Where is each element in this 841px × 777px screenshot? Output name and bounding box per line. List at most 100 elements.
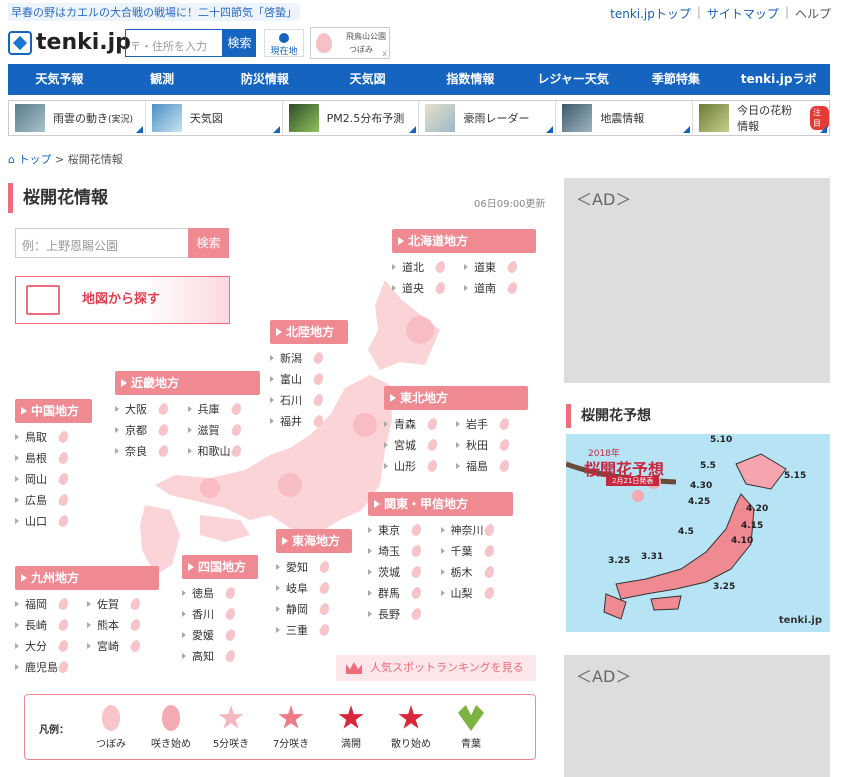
prefecture-link[interactable]: 道南 xyxy=(464,280,536,295)
prefecture-link[interactable]: 栃木 xyxy=(440,564,514,579)
region-header-hokuriku[interactable]: 北陸地方 xyxy=(270,320,348,344)
prefecture-link[interactable]: 兵庫 xyxy=(187,401,261,416)
region-header-hokkaido[interactable]: 北海道地方 xyxy=(392,229,536,253)
region-header-shikoku[interactable]: 四国地方 xyxy=(182,555,258,579)
subnav-rain-cloud[interactable]: 雨雲の動き(実況) xyxy=(9,101,146,135)
prefecture-link[interactable]: 京都 xyxy=(115,422,188,437)
prefecture-link[interactable]: 石川 xyxy=(270,392,348,407)
prefecture-link[interactable]: 道央 xyxy=(392,280,464,295)
prefecture-link[interactable]: 富山 xyxy=(270,371,348,386)
prefecture-link[interactable]: 広島 xyxy=(15,492,92,507)
prefecture-link[interactable]: 茨城 xyxy=(368,564,441,579)
nav-observation[interactable]: 観測 xyxy=(111,64,214,95)
prefecture-link[interactable]: 滋賀 xyxy=(187,422,261,437)
arrow-icon xyxy=(464,263,468,270)
region-header-kinki[interactable]: 近畿地方 xyxy=(115,371,260,395)
prefecture-link[interactable]: 岐阜 xyxy=(276,580,352,595)
prefecture-link[interactable]: 高知 xyxy=(182,648,258,663)
nav-disaster-info[interactable]: 防災情報 xyxy=(214,64,317,95)
breadcrumb-home-link[interactable]: トップ xyxy=(18,153,51,166)
prefecture-link[interactable]: 長崎 xyxy=(15,617,87,632)
prefecture-link[interactable]: 山形 xyxy=(384,458,456,473)
prefecture-link[interactable]: 岡山 xyxy=(15,471,92,486)
prefecture-link[interactable]: 群馬 xyxy=(368,585,441,600)
region-header-kanto[interactable]: 関東・甲信地方 xyxy=(368,492,513,516)
prefecture-link[interactable]: 宮崎 xyxy=(87,638,159,653)
nav-index-info[interactable]: 指数情報 xyxy=(419,64,522,95)
region-header-tokai[interactable]: 東海地方 xyxy=(276,529,352,553)
nav-lab[interactable]: tenki.jpラボ xyxy=(727,64,830,95)
prefecture-link[interactable]: 宮城 xyxy=(384,437,456,452)
prefecture-link[interactable]: 道北 xyxy=(392,259,464,274)
bloom-status-icon xyxy=(129,617,142,632)
sakura-stage-icon xyxy=(338,705,364,729)
prefecture-link[interactable]: 奈良 xyxy=(115,443,188,458)
prefecture-link[interactable]: 青森 xyxy=(384,416,456,431)
prefecture-link[interactable]: 鳥取 xyxy=(15,429,92,444)
ad-banner[interactable]: ＜AD＞ xyxy=(564,178,830,383)
sakura-spot-widget[interactable]: 飛鳥山公園 つぼみ x xyxy=(310,27,390,59)
bloom-status-icon xyxy=(129,638,142,653)
help-link[interactable]: ヘルプ xyxy=(795,5,831,22)
prefecture-link[interactable]: 愛知 xyxy=(276,559,352,574)
spot-search-input[interactable]: 例：上野恩賜公園 xyxy=(15,228,189,258)
legend-stage-label: 咲き始め xyxy=(151,739,191,750)
prefecture-link[interactable]: 三重 xyxy=(276,622,352,637)
popular-spot-ranking-button[interactable]: 人気スポットランキングを見る xyxy=(336,655,536,681)
region-header-kyushu[interactable]: 九州地方 xyxy=(15,566,159,590)
current-location-button[interactable]: 現在地 xyxy=(264,29,304,57)
top-news-link[interactable]: 早春の野はカエルの大合戦の戦場に！二十四節気「啓蟄」 xyxy=(8,3,300,21)
nav-seasonal[interactable]: 季節特集 xyxy=(625,64,728,95)
ad-banner[interactable]: ＜AD＞ xyxy=(564,655,830,777)
bloom-forecast-map[interactable]: 2018年 桜開花予想 2月21日発表 5.10 5.5 5.15 4.30 4… xyxy=(566,434,830,632)
shikoku-shape[interactable] xyxy=(200,515,250,542)
subnav-rain-radar[interactable]: 豪雨レーダー xyxy=(419,101,557,135)
prefecture-link[interactable]: 東京 xyxy=(368,522,441,537)
nav-weather-map[interactable]: 天気図 xyxy=(316,64,419,95)
kyushu-shape[interactable] xyxy=(140,505,180,575)
nav-leisure-weather[interactable]: レジャー天気 xyxy=(522,64,625,95)
prefecture-link[interactable]: 佐賀 xyxy=(87,596,159,611)
prefecture-name: 佐賀 xyxy=(97,597,119,611)
spot-search-button[interactable]: 検索 xyxy=(188,228,229,258)
prefecture-link[interactable]: 和歌山 xyxy=(187,443,261,458)
subnav-pm25[interactable]: PM2.5分布予測 xyxy=(283,101,420,135)
site-logo[interactable]: tenki.jp xyxy=(8,30,131,55)
arrow-icon xyxy=(270,417,274,424)
prefecture-link[interactable]: 道東 xyxy=(464,259,536,274)
prefecture-link[interactable]: 静岡 xyxy=(276,601,352,616)
close-icon[interactable]: x xyxy=(382,49,387,58)
region-header-chugoku[interactable]: 中国地方 xyxy=(15,399,92,423)
tenki-top-link[interactable]: tenki.jpトップ xyxy=(610,5,691,22)
prefecture-link[interactable]: 大分 xyxy=(15,638,87,653)
prefecture-link[interactable]: 島根 xyxy=(15,450,92,465)
prefecture-link[interactable]: 大阪 xyxy=(115,401,188,416)
prefecture-link[interactable]: 神奈川 xyxy=(440,522,514,537)
region-header-tohoku[interactable]: 東北地方 xyxy=(384,386,528,410)
prefecture-link[interactable]: 福島 xyxy=(456,458,528,473)
subnav-weather-map[interactable]: 天気図 xyxy=(146,101,283,135)
address-search-button[interactable]: 検索 xyxy=(223,29,256,57)
prefecture-link[interactable]: 新潟 xyxy=(270,350,348,365)
arrow-icon xyxy=(182,631,186,638)
prefecture-link[interactable]: 鹿児島 xyxy=(15,659,87,674)
prefecture-link[interactable]: 千葉 xyxy=(440,543,514,558)
prefecture-link[interactable]: 秋田 xyxy=(456,437,528,452)
prefecture-link[interactable]: 香川 xyxy=(182,606,258,621)
prefecture-link[interactable]: 長野 xyxy=(368,606,441,621)
prefecture-link[interactable]: 岩手 xyxy=(456,416,528,431)
prefecture-link[interactable]: 山梨 xyxy=(440,585,514,600)
nav-weather-forecast[interactable]: 天気予報 xyxy=(8,64,111,95)
prefecture-link[interactable]: 熊本 xyxy=(87,617,159,632)
prefecture-link[interactable]: 福井 xyxy=(270,413,348,428)
prefecture-name: 道央 xyxy=(402,281,424,295)
prefecture-link[interactable]: 徳島 xyxy=(182,585,258,600)
prefecture-link[interactable]: 愛媛 xyxy=(182,627,258,642)
prefecture-link[interactable]: 埼玉 xyxy=(368,543,441,558)
subnav-earthquake[interactable]: 地震情報 xyxy=(556,101,694,135)
address-search-input[interactable]: 〒・住所を入力 xyxy=(125,29,223,57)
prefecture-link[interactable]: 山口 xyxy=(15,513,92,528)
sitemap-link[interactable]: サイトマップ xyxy=(707,5,779,22)
subnav-pollen[interactable]: 今日の花粉情報 注目 xyxy=(693,101,829,135)
prefecture-link[interactable]: 福岡 xyxy=(15,596,87,611)
